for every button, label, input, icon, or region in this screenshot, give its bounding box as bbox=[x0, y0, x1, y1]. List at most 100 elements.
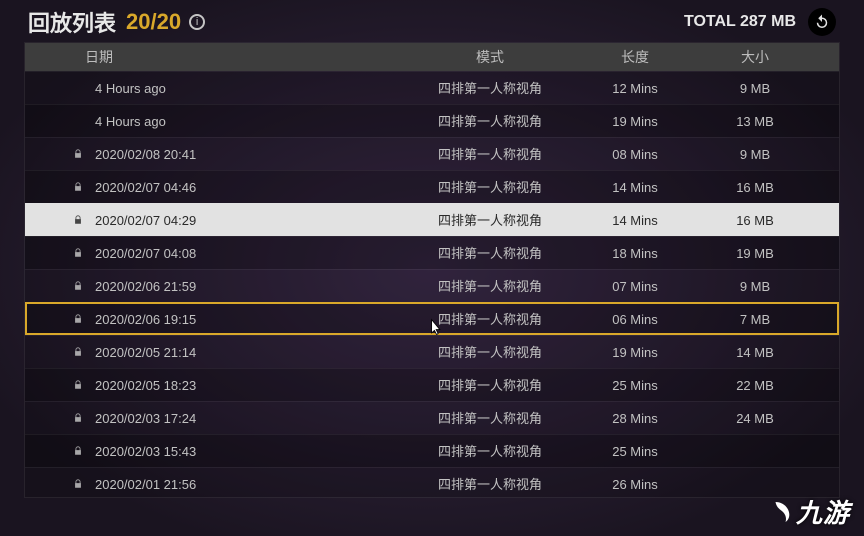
date-text: 2020/02/05 21:14 bbox=[95, 345, 196, 360]
table-row[interactable]: 2020/02/06 21:59 四排第一人称视角07 Mins9 MB bbox=[25, 269, 839, 302]
table-row[interactable]: 2020/02/07 04:29 四排第一人称视角14 Mins16 MB bbox=[25, 203, 839, 236]
cell-mode: 四排第一人称视角 bbox=[405, 346, 575, 359]
cell-date: 2020/02/06 19:15 bbox=[25, 312, 405, 327]
lock-icon bbox=[73, 181, 83, 193]
cell-size: 7 MB bbox=[695, 312, 815, 327]
table-row[interactable]: 2020/02/03 17:24 四排第一人称视角28 Mins24 MB bbox=[25, 401, 839, 434]
cell-date: 2020/02/07 04:46 bbox=[25, 180, 405, 195]
cell-mode: 四排第一人称视角 bbox=[405, 82, 575, 95]
table-row[interactable]: 2020/02/03 15:43 四排第一人称视角25 Mins bbox=[25, 434, 839, 467]
cell-date: 4 Hours ago bbox=[25, 81, 405, 96]
date-text: 2020/02/08 20:41 bbox=[95, 147, 196, 162]
table-row[interactable]: 4 Hours ago 四排第一人称视角19 Mins13 MB bbox=[25, 104, 839, 137]
date-text: 2020/02/07 04:29 bbox=[95, 213, 196, 228]
cell-mode: 四排第一人称视角 bbox=[405, 478, 575, 491]
header-bar: 回放列表 20/20 i TOTAL 287 MB bbox=[0, 0, 864, 42]
cell-date: 2020/02/06 21:59 bbox=[25, 279, 405, 294]
col-length[interactable]: 长度 bbox=[575, 47, 695, 67]
cell-length: 08 Mins bbox=[575, 147, 695, 162]
cell-size: 19 MB bbox=[695, 246, 815, 261]
col-mode[interactable]: 模式 bbox=[405, 50, 575, 64]
table-row[interactable]: 2020/02/07 04:46 四排第一人称视角14 Mins16 MB bbox=[25, 170, 839, 203]
lock-icon bbox=[73, 346, 83, 358]
cell-length: 14 Mins bbox=[575, 213, 695, 228]
cell-date: 4 Hours ago bbox=[25, 114, 405, 129]
cell-mode: 四排第一人称视角 bbox=[405, 379, 575, 392]
cell-mode: 四排第一人称视角 bbox=[405, 148, 575, 161]
watermark-text: 九游 bbox=[796, 493, 850, 530]
cell-length: 07 Mins bbox=[575, 279, 695, 294]
date-text: 2020/02/07 04:08 bbox=[95, 246, 196, 261]
date-text: 2020/02/05 18:23 bbox=[95, 378, 196, 393]
rows-container: 4 Hours ago四排第一人称视角12 Mins9 MB4 Hours ag… bbox=[25, 71, 839, 498]
table-row[interactable]: 2020/02/06 19:15四排第一人称视角06 Mins7 MB bbox=[25, 302, 839, 335]
cell-length: 14 Mins bbox=[575, 180, 695, 195]
cell-size: 9 MB bbox=[695, 81, 815, 96]
cell-size: 9 MB bbox=[695, 147, 815, 162]
table-row[interactable]: 4 Hours ago 四排第一人称视角12 Mins9 MB bbox=[25, 71, 839, 104]
table-row[interactable]: 2020/02/08 20:41 四排第一人称视角08 Mins9 MB bbox=[25, 137, 839, 170]
cell-size: 16 MB bbox=[695, 213, 815, 228]
cell-length: 06 Mins bbox=[575, 312, 695, 327]
cell-length: 19 Mins bbox=[575, 345, 695, 360]
table-row[interactable]: 2020/02/05 21:14 四排第一人称视角19 Mins14 MB bbox=[25, 335, 839, 368]
cell-mode: 四排第一人称视角 bbox=[405, 313, 575, 326]
cell-length: 25 Mins bbox=[575, 378, 695, 393]
cell-length: 26 Mins bbox=[575, 477, 695, 492]
watermark: 九游 bbox=[768, 493, 850, 530]
column-headers: 日期 模式 长度 大小 bbox=[25, 43, 839, 71]
cell-date: 2020/02/07 04:08 bbox=[25, 246, 405, 261]
lock-icon bbox=[73, 445, 83, 457]
cell-length: 28 Mins bbox=[575, 411, 695, 426]
cell-mode: 四排第一人称视角 bbox=[405, 445, 575, 458]
cell-size: 16 MB bbox=[695, 180, 815, 195]
table-row[interactable]: 2020/02/01 21:56 四排第一人称视角26 Mins bbox=[25, 467, 839, 498]
date-text: 4 Hours ago bbox=[95, 114, 166, 129]
lock-icon bbox=[73, 247, 83, 259]
lock-icon bbox=[73, 412, 83, 424]
lock-icon bbox=[73, 214, 83, 226]
page-title: 回放列表 bbox=[28, 6, 116, 38]
cell-mode: 四排第一人称视角 bbox=[405, 214, 575, 227]
table-row[interactable]: 2020/02/07 04:08 四排第一人称视角18 Mins19 MB bbox=[25, 236, 839, 269]
cell-date: 2020/02/03 17:24 bbox=[25, 411, 405, 426]
replay-list: 日期 模式 长度 大小 4 Hours ago四排第一人称视角12 Mins9 … bbox=[24, 42, 840, 498]
cell-length: 18 Mins bbox=[575, 246, 695, 261]
cell-date: 2020/02/05 18:23 bbox=[25, 378, 405, 393]
refresh-icon bbox=[813, 13, 831, 31]
refresh-button[interactable] bbox=[808, 8, 836, 36]
total-size-label: TOTAL 287 MB bbox=[684, 13, 796, 31]
date-text: 2020/02/07 04:46 bbox=[95, 180, 196, 195]
col-date[interactable]: 日期 bbox=[25, 47, 405, 67]
date-text: 2020/02/03 15:43 bbox=[95, 444, 196, 459]
date-text: 2020/02/06 21:59 bbox=[95, 279, 196, 294]
cell-length: 12 Mins bbox=[575, 81, 695, 96]
cell-length: 25 Mins bbox=[575, 444, 695, 459]
info-icon[interactable]: i bbox=[189, 14, 205, 30]
date-text: 2020/02/01 21:56 bbox=[95, 477, 196, 492]
cell-mode: 四排第一人称视角 bbox=[405, 280, 575, 293]
lock-icon bbox=[73, 313, 83, 325]
cell-date: 2020/02/07 04:29 bbox=[25, 213, 405, 228]
cell-mode: 四排第一人称视角 bbox=[405, 115, 575, 128]
cell-length: 19 Mins bbox=[575, 114, 695, 129]
col-size[interactable]: 大小 bbox=[695, 47, 815, 67]
table-row[interactable]: 2020/02/05 18:23 四排第一人称视角25 Mins22 MB bbox=[25, 368, 839, 401]
cell-mode: 四排第一人称视角 bbox=[405, 181, 575, 194]
cell-date: 2020/02/05 21:14 bbox=[25, 345, 405, 360]
cell-size: 14 MB bbox=[695, 345, 815, 360]
cell-size: 22 MB bbox=[695, 378, 815, 393]
date-text: 4 Hours ago bbox=[95, 81, 166, 96]
date-text: 2020/02/03 17:24 bbox=[95, 411, 196, 426]
cell-size: 9 MB bbox=[695, 279, 815, 294]
cell-size: 24 MB bbox=[695, 411, 815, 426]
cell-date: 2020/02/01 21:56 bbox=[25, 477, 405, 492]
cell-date: 2020/02/08 20:41 bbox=[25, 147, 405, 162]
cell-date: 2020/02/03 15:43 bbox=[25, 444, 405, 459]
lock-icon bbox=[73, 148, 83, 160]
cell-mode: 四排第一人称视角 bbox=[405, 247, 575, 260]
cell-size: 13 MB bbox=[695, 114, 815, 129]
record-counter: 20/20 bbox=[126, 9, 181, 35]
lock-icon bbox=[73, 379, 83, 391]
cell-mode: 四排第一人称视角 bbox=[405, 412, 575, 425]
